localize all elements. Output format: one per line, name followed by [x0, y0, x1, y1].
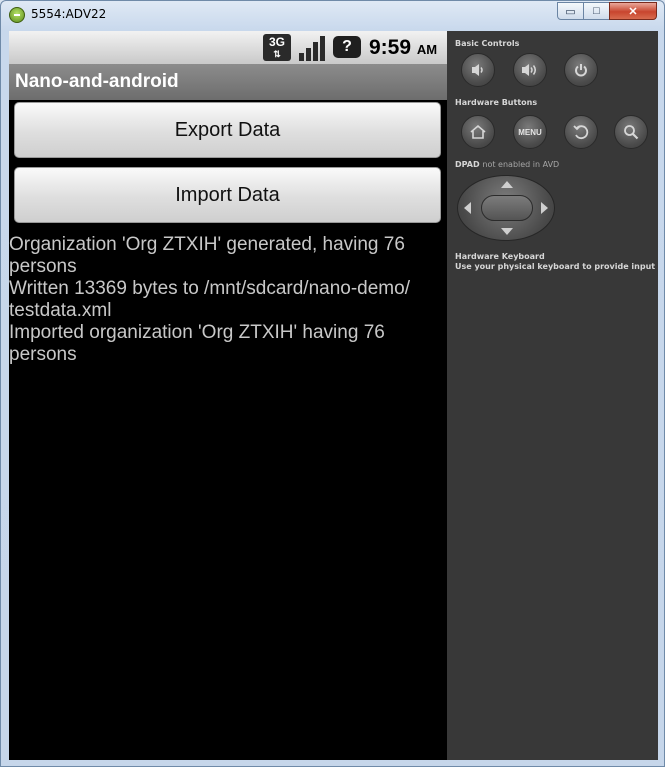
- hardware-buttons-label: Hardware Buttons: [455, 98, 538, 107]
- keyboard-label: Hardware Keyboard: [455, 252, 545, 261]
- dpad-center-button[interactable]: [481, 195, 533, 221]
- keyboard-info: Hardware Keyboard Use your physical keyb…: [455, 252, 655, 272]
- log-output: Organization 'Org ZTXIH' generated, havi…: [9, 234, 445, 366]
- close-button[interactable]: ✕: [609, 2, 657, 20]
- log-line: Organization 'Org ZTXIH' generated, havi…: [9, 234, 411, 277]
- app-title-bar: Nano-and-android: [9, 64, 447, 100]
- android-app-icon: [9, 7, 25, 23]
- dpad-down-icon[interactable]: [501, 228, 513, 235]
- emulator-window: 5554:ADV22 ▭ □ ✕ 3G ⇅ ? 9:59 AM Nano-and…: [0, 0, 665, 767]
- log-line: Written 13369 bytes to /mnt/sdcard/nano-…: [9, 278, 410, 321]
- log-line: Imported organization 'Org ZTXIH' having…: [9, 322, 391, 365]
- import-data-button[interactable]: Import Data: [14, 167, 441, 223]
- clock: 9:59 AM: [369, 36, 437, 60]
- clock-ampm: AM: [416, 42, 438, 57]
- status-bar: 3G ⇅ ? 9:59 AM: [9, 31, 447, 64]
- volume-down-icon[interactable]: [461, 53, 495, 87]
- dpad-title: DPAD: [455, 160, 480, 169]
- search-icon[interactable]: [614, 115, 648, 149]
- basic-controls-label: Basic Controls: [455, 39, 520, 48]
- back-icon[interactable]: [564, 115, 598, 149]
- device-screen: 3G ⇅ ? 9:59 AM Nano-and-android Export D…: [9, 31, 447, 760]
- emulator-controls-panel: Basic Controls Hardware Buttons MENU DPA…: [447, 31, 658, 760]
- dpad-label: DPAD not enabled in AVD: [455, 160, 559, 169]
- network-label: 3G: [268, 35, 285, 49]
- volume-up-icon[interactable]: [513, 53, 547, 87]
- menu-icon[interactable]: MENU: [513, 115, 547, 149]
- dpad-left-icon[interactable]: [464, 202, 471, 214]
- keyboard-note: Use your physical keyboard to provide in…: [455, 262, 656, 271]
- dpad-right-icon[interactable]: [541, 202, 548, 214]
- network-arrows: ⇅: [273, 49, 281, 59]
- network-3g-icon: 3G ⇅: [263, 34, 291, 61]
- help-notification-icon: ?: [333, 36, 361, 58]
- minimize-button[interactable]: ▭: [557, 2, 584, 20]
- home-icon[interactable]: [461, 115, 495, 149]
- dpad-up-icon[interactable]: [501, 181, 513, 188]
- window-title: 5554:ADV22: [31, 7, 107, 21]
- signal-strength-icon: [297, 34, 326, 61]
- power-icon[interactable]: [564, 53, 598, 87]
- dpad-control[interactable]: [457, 175, 555, 241]
- menu-label: MENU: [518, 127, 542, 137]
- maximize-button[interactable]: □: [583, 2, 610, 20]
- clock-time: 9:59: [369, 36, 412, 59]
- window-titlebar[interactable]: 5554:ADV22 ▭ □ ✕: [1, 1, 664, 29]
- dpad-note: not enabled in AVD: [482, 160, 560, 169]
- export-data-button[interactable]: Export Data: [14, 102, 441, 158]
